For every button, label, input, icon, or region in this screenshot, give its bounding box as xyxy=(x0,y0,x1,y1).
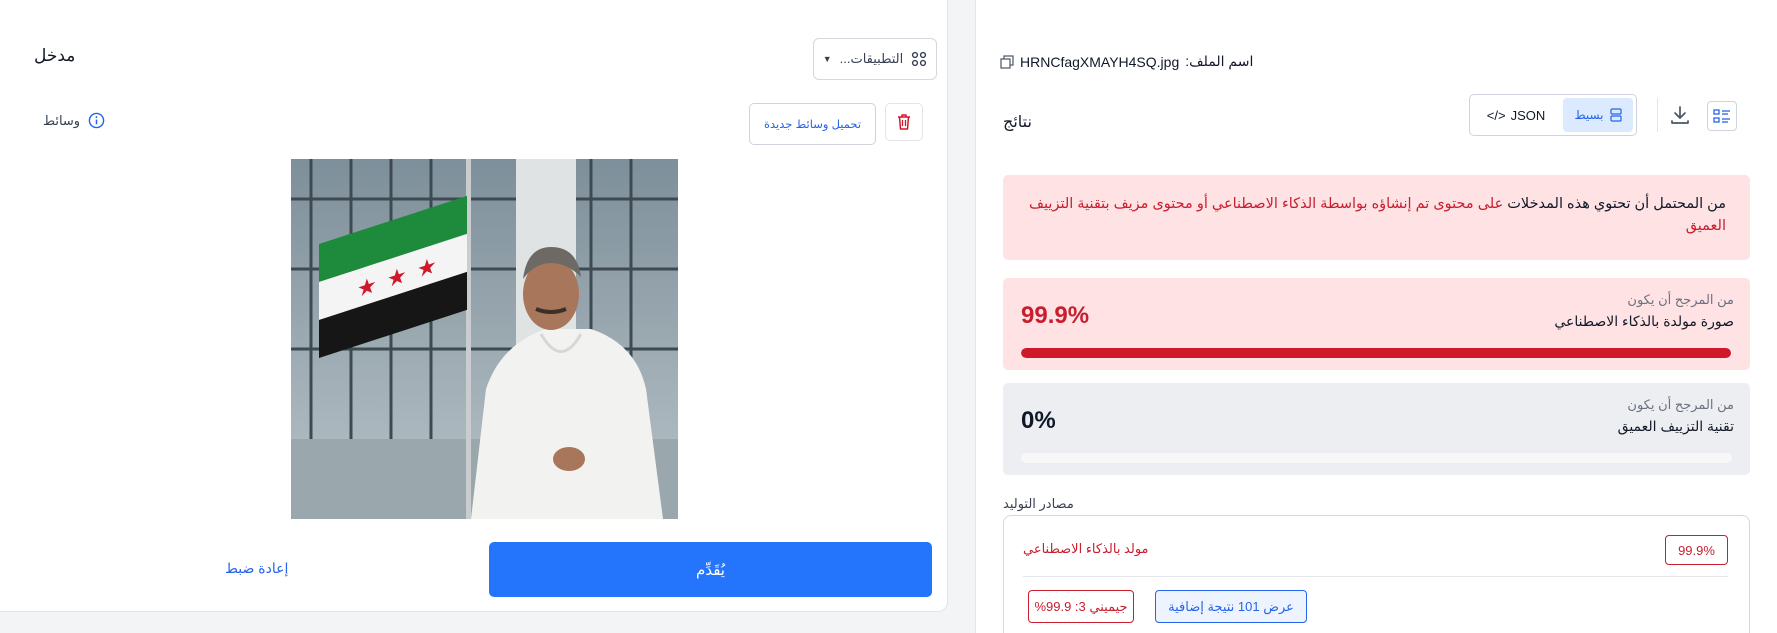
results-title: نتائج xyxy=(1003,114,1032,131)
generation-sources-title: مصادر التوليد xyxy=(1003,496,1074,511)
result-progress-bar xyxy=(1021,348,1732,358)
source-percent-badge: 99.9% xyxy=(1665,535,1728,565)
apps-dropdown-button[interactable]: ▼ التطبيقات... xyxy=(813,38,937,80)
result-percent: 99.9% xyxy=(1021,302,1090,329)
result-label: صورة مولدة بالذكاء الاصطناعي xyxy=(1554,313,1734,329)
show-more-results-button[interactable]: عرض 101 نتيجة إضافية xyxy=(1155,590,1307,623)
media-label-row: وسائط xyxy=(43,112,105,129)
delete-button[interactable] xyxy=(885,103,923,141)
result-progress-fill xyxy=(1021,348,1732,358)
uploaded-media-preview: ★ ★ ★ xyxy=(291,159,678,519)
view-mode-toggle: </> JSON بسيط xyxy=(1469,94,1637,136)
source-label: مولد بالذكاء الاصطناعي xyxy=(1023,541,1149,556)
result-card-deepfake: من المرجح أن يكون تقنية التزييف العميق 0… xyxy=(1003,383,1750,475)
info-icon[interactable] xyxy=(88,112,105,129)
input-panel-title: مدخل xyxy=(34,46,76,65)
download-icon[interactable] xyxy=(1668,103,1692,127)
sources-divider xyxy=(1023,576,1728,577)
result-likely-label: من المرجح أن يكون xyxy=(1627,292,1734,307)
upload-media-button[interactable]: تحميل وسائط جديدة xyxy=(749,103,876,145)
code-icon: </> xyxy=(1486,107,1506,123)
list-icon xyxy=(1713,109,1730,123)
filename: HRNCfagXMAYH4SQ.jpg xyxy=(1020,53,1180,70)
layout-icon xyxy=(1609,108,1622,122)
chevron-down-icon: ▼ xyxy=(822,54,832,64)
result-progress-bar xyxy=(1021,453,1732,463)
reset-button[interactable]: إعادة ضبط xyxy=(225,560,288,577)
toolbar-divider xyxy=(1657,98,1658,132)
filename-label: اسم الملف: xyxy=(1185,53,1254,69)
media-label: وسائط xyxy=(43,112,81,128)
submit-button[interactable]: يُقَدِّم xyxy=(489,542,932,597)
ai-content-warning: من المحتمل أن تحتوي هذه المدخلات على محت… xyxy=(1003,175,1750,260)
list-view-button[interactable] xyxy=(1707,101,1737,131)
result-likely-label: من المرجح أن يكون xyxy=(1627,397,1734,412)
warning-prefix: من المحتمل أن تحتوي هذه المدخلات xyxy=(1503,196,1726,212)
trash-icon xyxy=(898,114,910,130)
copy-icon[interactable] xyxy=(1000,54,1014,69)
result-card-ai-image: من المرجح أن يكون صورة مولدة بالذكاء الا… xyxy=(1003,278,1750,370)
view-simple-tab[interactable]: بسيط xyxy=(1563,98,1633,132)
apps-button-label: التطبيقات... xyxy=(839,51,904,66)
apps-grid-icon xyxy=(912,51,927,67)
result-label: تقنية التزييف العميق xyxy=(1617,418,1734,434)
view-json-label: JSON xyxy=(1510,107,1546,123)
gemini-source-chip[interactable]: جيميني 3: 99.9% xyxy=(1028,590,1134,623)
view-json-tab[interactable]: </> JSON xyxy=(1473,108,1559,123)
view-simple-label: بسيط xyxy=(1574,108,1604,122)
result-percent: 0% xyxy=(1021,407,1056,434)
filename-row: اسم الملف: HRNCfagXMAYH4SQ.jpg xyxy=(1000,53,1253,70)
